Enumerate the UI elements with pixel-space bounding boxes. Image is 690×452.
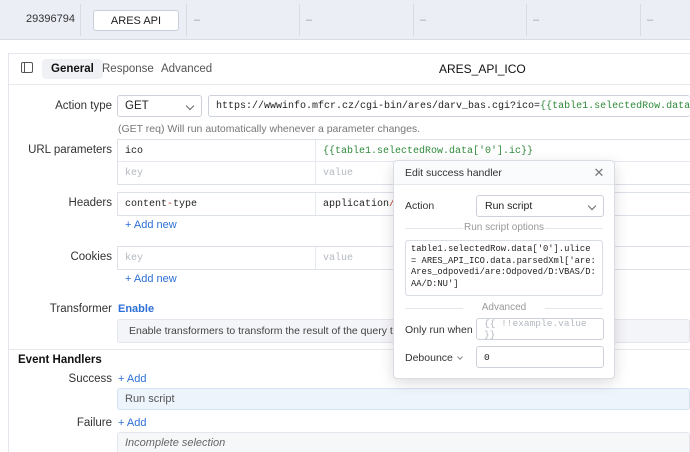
column-divider xyxy=(640,4,641,36)
param-key-input[interactable]: ico xyxy=(118,140,316,162)
action-label: Action xyxy=(405,200,435,212)
enable-transformer-button[interactable]: Enable xyxy=(118,303,154,315)
add-header-button[interactable]: + Add new xyxy=(125,219,177,231)
event-handlers-title: Event Handlers xyxy=(18,354,102,366)
debounce-label-text: Debounce xyxy=(405,352,453,364)
header-key-part: type xyxy=(173,198,198,210)
column-divider xyxy=(413,4,414,36)
chevron-down-icon xyxy=(457,354,463,360)
debounce-label[interactable]: Debounce xyxy=(405,352,463,364)
script-editor[interactable]: table1.selectedRow.data['0'].ulice = ARE… xyxy=(405,240,603,296)
success-label: Success xyxy=(68,373,112,385)
panel-border-left xyxy=(8,53,9,452)
table-row: ico {{table1.selectedRow.data['0'].ic}} xyxy=(118,140,690,162)
row-id: 29396794 xyxy=(26,13,75,25)
column-divider xyxy=(526,4,527,36)
column-divider xyxy=(299,4,300,36)
sidebar-toggle-icon[interactable] xyxy=(21,62,33,73)
cookies-label: Cookies xyxy=(70,251,112,263)
tab-advanced[interactable]: Advanced xyxy=(152,59,221,79)
add-failure-handler-button[interactable]: + Add xyxy=(118,417,146,429)
debounce-input[interactable]: 0 xyxy=(476,346,604,368)
popover-title: Edit success handler xyxy=(405,166,502,179)
close-icon[interactable]: ✕ xyxy=(592,166,606,180)
url-template: {{table1.selectedRow.data['0'].ic}} xyxy=(540,100,690,112)
table-row-strip: 29396794 ARES API – – – – – xyxy=(0,0,690,40)
advanced-divider: Advanced xyxy=(405,302,603,313)
method-select[interactable]: GET xyxy=(117,95,202,117)
success-handler-item[interactable]: Run script xyxy=(117,388,690,410)
param-value-input[interactable]: {{table1.selectedRow.data['0'].ic}} xyxy=(316,140,690,162)
cookie-key-input[interactable]: key xyxy=(118,247,316,269)
empty-cell: – xyxy=(306,14,313,26)
popover-header: Edit success handler xyxy=(394,161,614,185)
method-value: GET xyxy=(125,100,149,112)
header-key-input[interactable]: content - type xyxy=(118,193,316,215)
empty-cell: – xyxy=(420,14,427,26)
empty-cell: – xyxy=(647,14,654,26)
query-name-cell-input[interactable]: ARES API xyxy=(93,10,179,31)
chevron-down-icon xyxy=(185,101,195,111)
only-run-when-label: Only run when xyxy=(405,324,473,336)
only-run-when-input[interactable]: {{ !!example.value }} xyxy=(476,318,604,340)
query-title: ARES_API_ICO xyxy=(439,62,526,76)
empty-cell: – xyxy=(194,14,201,26)
add-success-handler-button[interactable]: + Add xyxy=(118,373,146,385)
action-select-value: Run script xyxy=(485,200,533,212)
column-divider xyxy=(186,4,187,36)
action-select[interactable]: Run script xyxy=(476,195,604,217)
column-divider xyxy=(80,4,81,36)
add-cookie-button[interactable]: + Add new xyxy=(125,273,177,285)
param-key-input[interactable]: key xyxy=(118,162,316,184)
run-script-options-divider: Run script options xyxy=(405,222,603,233)
query-editor-tabbar: General Response Advanced ARES_API_ICO xyxy=(8,54,690,85)
failure-label: Failure xyxy=(76,417,112,429)
action-type-label: Action type xyxy=(55,100,112,112)
run-hint: (GET req) Will run automatically wheneve… xyxy=(118,123,421,135)
header-key-part: content xyxy=(125,198,168,210)
empty-cell: – xyxy=(533,14,540,26)
headers-label: Headers xyxy=(68,197,112,209)
edit-success-handler-popover: Edit success handler ✕ Action Run script… xyxy=(393,160,615,379)
url-prefix: https://wwwinfo.mfcr.cz/cgi-bin/ares/dar… xyxy=(216,100,541,112)
url-input[interactable]: https://wwwinfo.mfcr.cz/cgi-bin/ares/dar… xyxy=(208,95,690,117)
transformer-label: Transformer xyxy=(49,303,112,315)
failure-handler-item[interactable]: Incomplete selection xyxy=(117,432,690,452)
url-parameters-label: URL parameters xyxy=(28,144,112,156)
chevron-down-icon xyxy=(587,201,597,211)
header-value-part: application xyxy=(323,198,390,210)
